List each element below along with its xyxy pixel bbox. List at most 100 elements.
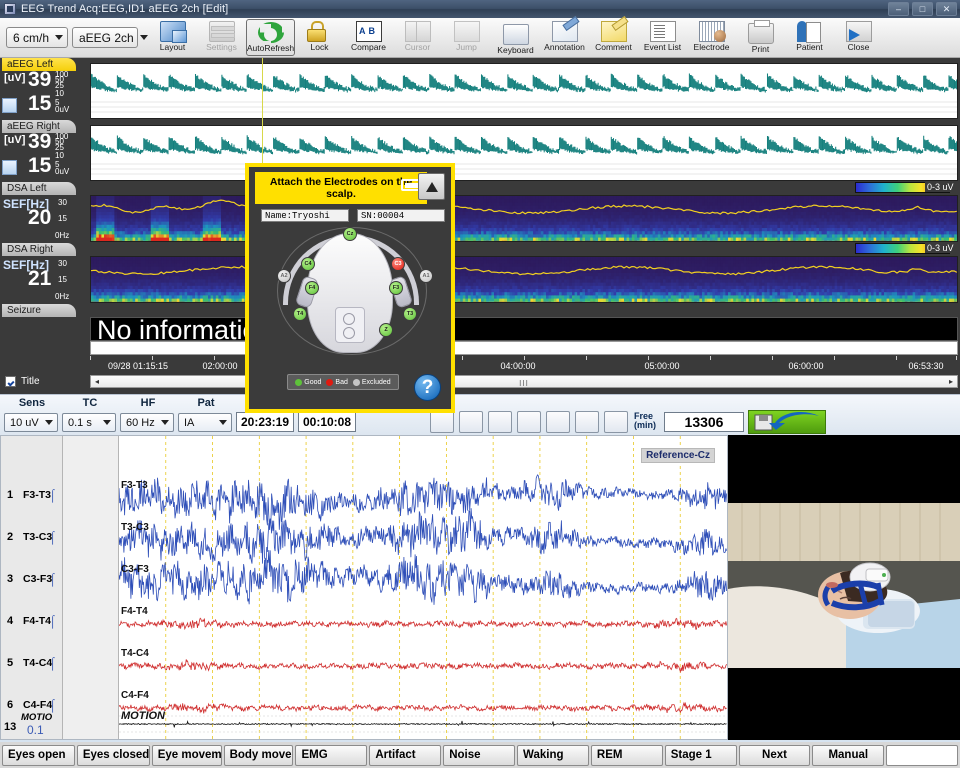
patient-report-icon[interactable] [459, 411, 483, 433]
head-map-icon[interactable] [488, 411, 512, 433]
scroll-left-arrow-icon[interactable]: ◂ [91, 376, 103, 387]
record-save-button[interactable] [748, 410, 826, 434]
panel-tab-seizure[interactable]: Seizure [2, 304, 76, 317]
graph-dsa-left[interactable] [90, 195, 960, 245]
graph-dsa-right[interactable] [90, 256, 960, 306]
scale-0hz: 0Hz [55, 292, 70, 301]
event-button-blank[interactable] [886, 744, 959, 766]
graph-aeeg-right[interactable] [90, 125, 958, 181]
toolbar-label: Comment [595, 41, 632, 52]
electrode-c3[interactable]: C3 [391, 257, 405, 271]
title-checkbox[interactable] [5, 376, 16, 387]
video-person-icon[interactable] [604, 411, 628, 433]
unit-label: [uV] [4, 134, 26, 146]
panel-tab-dsa-left[interactable]: DSA Left [2, 182, 76, 195]
dsa-left-colorbar-label: 0-3 uV [925, 182, 956, 192]
electrode-c4[interactable]: C4 [301, 257, 315, 271]
pat-combo[interactable]: IA [178, 413, 232, 432]
electrode-t3[interactable]: T3 [403, 307, 417, 321]
montage-combo[interactable]: aEEG 2ch [72, 27, 148, 48]
patient-video-panel[interactable] [728, 435, 960, 740]
event-button-next[interactable]: Next [738, 744, 811, 766]
head-electrode-map[interactable]: Cz C4 C3 F4 F3 T4 T3 Z A2 A1 [255, 225, 453, 355]
title-checkbox-label: Title [21, 376, 40, 387]
trend-horizontal-scrollbar[interactable]: ◂ III ▸ [90, 375, 958, 388]
channel-number: 3 [7, 573, 14, 585]
event-button-body-movement[interactable]: Body movem [223, 744, 294, 766]
toolbar-button-cursor[interactable]: Cursor [393, 19, 442, 57]
panel-tab-dsa-right[interactable]: DSA Right [2, 243, 76, 256]
event-button-rem[interactable]: REM [590, 744, 663, 766]
pat-value: IA [184, 416, 195, 429]
sens-combo[interactable]: 10 uV [4, 413, 58, 432]
toolbar-button-electrode[interactable]: Electrode [687, 19, 736, 57]
minimize-button[interactable]: – [888, 2, 909, 16]
panel-icon[interactable] [2, 160, 17, 175]
legend-label-bad: Bad [335, 378, 348, 386]
legend-item-good: Good [295, 378, 321, 386]
impedance-icon[interactable] [430, 411, 454, 433]
tc-combo[interactable]: 0.1 s [62, 413, 116, 432]
toolbar-button-event-list[interactable]: Event List [638, 19, 687, 57]
event-button-waking[interactable]: Waking [517, 744, 589, 766]
panel-icon[interactable] [2, 98, 17, 113]
event-button-stage-1[interactable]: Stage 1 [664, 744, 737, 766]
scroll-thumb-grip[interactable]: III [519, 379, 529, 388]
speed-combo[interactable]: 6 cm/h [6, 27, 68, 48]
event-button-manual[interactable]: Manual [812, 744, 885, 766]
scale-30: 30 [58, 198, 67, 207]
trend-on-icon[interactable] [546, 411, 570, 433]
event-button-eye-movement[interactable]: Eye moveme [151, 744, 222, 766]
toolbar-button-layout[interactable]: Layout [148, 19, 197, 57]
electrode-z[interactable]: Z [379, 323, 393, 337]
toolbar-button-print[interactable]: Print [736, 19, 785, 57]
toolbar-button-autorefresh[interactable]: AutoRefresh [246, 19, 295, 56]
event-button-eyes-closed[interactable]: Eyes closed [76, 744, 150, 766]
value-bottom: 15 [28, 154, 52, 177]
channel-name: C3-F3 [23, 573, 53, 585]
scroll-right-arrow-icon[interactable]: ▸ [945, 376, 957, 387]
toolbar-button-jump[interactable]: Jump [442, 19, 491, 57]
toolbar-button-annotation[interactable]: Annotation [540, 19, 589, 57]
reference-label: Reference-Cz [641, 448, 715, 463]
graph-aeeg-left[interactable] [90, 63, 958, 119]
eeg-waveform-area[interactable]: 1 F3-T3 2 T3-C3 3 C3-F3 4 F4-T4 5 T4-C4 … [0, 435, 728, 740]
legend-label-excluded: Excluded [361, 378, 391, 386]
toolbar-button-settings[interactable]: Settings [197, 19, 246, 57]
hf-combo[interactable]: 60 Hz [120, 413, 174, 432]
electrode-a1[interactable]: A1 [419, 269, 433, 283]
toolbar-label: Event List [643, 41, 682, 52]
electrode-f4[interactable]: F4 [305, 281, 319, 295]
event-button-eyes-open[interactable]: Eyes open [2, 744, 75, 766]
panel-side-dsa-right: SEF[Hz] 30 21 15 0Hz [0, 256, 90, 304]
close-window-button[interactable]: ✕ [936, 2, 957, 16]
free-minutes-value: 13306 [664, 412, 744, 432]
toolbar-button-compare[interactable]: AB Compare [344, 19, 393, 57]
title-checkbox-row[interactable]: Title [5, 376, 40, 387]
toolbar-button-keyboard[interactable]: Keyboard [491, 19, 540, 57]
seizure-marker-strip[interactable] [90, 341, 958, 355]
serial-number-field[interactable]: SN:00004 [357, 209, 445, 222]
help-button[interactable]: ? [414, 374, 441, 401]
eeg-trace-canvas[interactable]: Reference-Cz F3-T3 T3-C3 C3-F3 F4-T4 T4-… [119, 436, 727, 739]
toolbar-button-comment[interactable]: Comment [589, 19, 638, 57]
event-button-noise[interactable]: Noise [443, 744, 516, 766]
patient-name-field[interactable]: Name:Tryoshi [261, 209, 349, 222]
inline-label-3: C3-F3 [121, 564, 149, 575]
scale-10: 10 [55, 89, 64, 98]
electrode-f3[interactable]: F3 [389, 281, 403, 295]
event-button-artifact[interactable]: Artifact [369, 744, 442, 766]
electrode-cz[interactable]: Cz [343, 227, 357, 241]
electrode-t4[interactable]: T4 [293, 307, 307, 321]
electrode-a2[interactable]: A2 [277, 269, 291, 283]
event-button-emg[interactable]: EMG [295, 744, 368, 766]
toolbar-button-lock[interactable]: Lock [295, 19, 344, 57]
triangle-up-icon[interactable] [418, 173, 445, 200]
toolbar-button-close[interactable]: Close [834, 19, 883, 57]
review-refresh-icon[interactable] [517, 411, 541, 433]
maximize-button[interactable]: □ [912, 2, 933, 16]
toolbar-button-patient[interactable]: Patient [785, 19, 834, 57]
patient-icon [796, 20, 823, 43]
tc-label: TC [82, 397, 98, 409]
spike-pink-icon[interactable] [575, 411, 599, 433]
